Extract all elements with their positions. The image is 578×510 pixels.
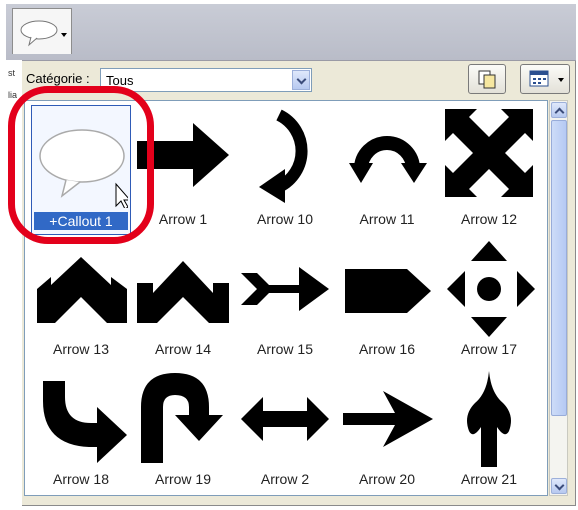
chevron-down-icon — [554, 480, 565, 491]
arrow-12-icon — [445, 109, 533, 197]
shape-item-arrow-10[interactable]: Arrow 10 — [235, 105, 335, 235]
copy-icon — [478, 70, 496, 89]
gallery-scrollbar[interactable] — [549, 100, 568, 496]
panel-header — [6, 4, 576, 61]
shape-item-arrow-21[interactable]: Arrow 21 — [439, 365, 539, 495]
copy-button[interactable] — [468, 64, 506, 94]
category-dropdown-button[interactable] — [292, 70, 310, 90]
shape-label: Arrow 13 — [52, 341, 110, 357]
arrow-21-icon — [467, 371, 511, 467]
arrow-14-icon — [137, 261, 229, 323]
shape-item-arrow-14[interactable]: Arrow 14 — [133, 235, 233, 365]
highlight-ring — [8, 86, 154, 244]
chevron-down-icon — [296, 74, 307, 85]
callout-shape-icon — [20, 20, 58, 47]
arrow-2-icon — [241, 397, 329, 441]
chevron-down-icon — [61, 33, 67, 37]
shape-item-arrow-13[interactable]: Arrow 13 — [31, 235, 131, 365]
shape-item-arrow-20[interactable]: Arrow 20 — [337, 365, 437, 495]
shape-label: Arrow 18 — [52, 471, 110, 487]
category-label: Catégorie : — [26, 71, 90, 86]
side-fragment-1: st — [8, 68, 16, 78]
shape-label: Arrow 11 — [359, 211, 415, 227]
shape-item-arrow-19[interactable]: Arrow 19 — [133, 365, 233, 495]
shape-item-arrow-16[interactable]: Arrow 16 — [337, 235, 437, 365]
arrow-16-icon — [345, 269, 431, 313]
shape-label: Arrow 2 — [260, 471, 310, 487]
arrow-10-icon — [259, 109, 308, 203]
scroll-thumb[interactable] — [551, 120, 567, 416]
shape-style-dropdown-button[interactable] — [12, 8, 72, 54]
shape-item-arrow-15[interactable]: Arrow 15 — [235, 235, 335, 365]
arrow-18-icon — [43, 381, 127, 463]
shape-item-arrow-2[interactable]: Arrow 2 — [235, 365, 335, 495]
chevron-down-icon — [558, 78, 564, 82]
shape-label: Arrow 10 — [256, 211, 314, 227]
shape-item-arrow-17[interactable]: Arrow 17 — [439, 235, 539, 365]
scroll-up-button[interactable] — [551, 102, 567, 118]
side-fragment-2: lia — [8, 90, 18, 100]
arrow-15-icon — [241, 267, 329, 311]
shape-label: Arrow 15 — [256, 341, 314, 357]
shape-label: Arrow 14 — [154, 341, 212, 357]
shape-label: Arrow 17 — [460, 341, 518, 357]
shape-label: Arrow 16 — [358, 341, 416, 357]
arrow-17-icon — [447, 241, 535, 337]
category-select[interactable]: Tous — [100, 68, 312, 92]
view-options-button[interactable] — [520, 64, 570, 94]
shape-label: Arrow 19 — [154, 471, 212, 487]
shape-item-arrow-12[interactable]: Arrow 12 — [439, 105, 539, 235]
arrow-11-icon — [349, 136, 427, 183]
shape-item-arrow-11[interactable]: Arrow 11 — [337, 105, 437, 235]
shape-label: Arrow 21 — [460, 471, 518, 487]
arrow-19-icon — [141, 373, 223, 463]
scroll-down-button[interactable] — [551, 478, 567, 494]
shape-label: Arrow 20 — [358, 471, 416, 487]
chevron-up-icon — [554, 107, 565, 118]
arrow-13-icon — [37, 257, 127, 323]
view-options-icon — [529, 70, 549, 87]
shape-item-arrow-18[interactable]: Arrow 18 — [31, 365, 131, 495]
shape-label: Arrow 12 — [460, 211, 518, 227]
arrow-20-icon — [343, 391, 433, 447]
